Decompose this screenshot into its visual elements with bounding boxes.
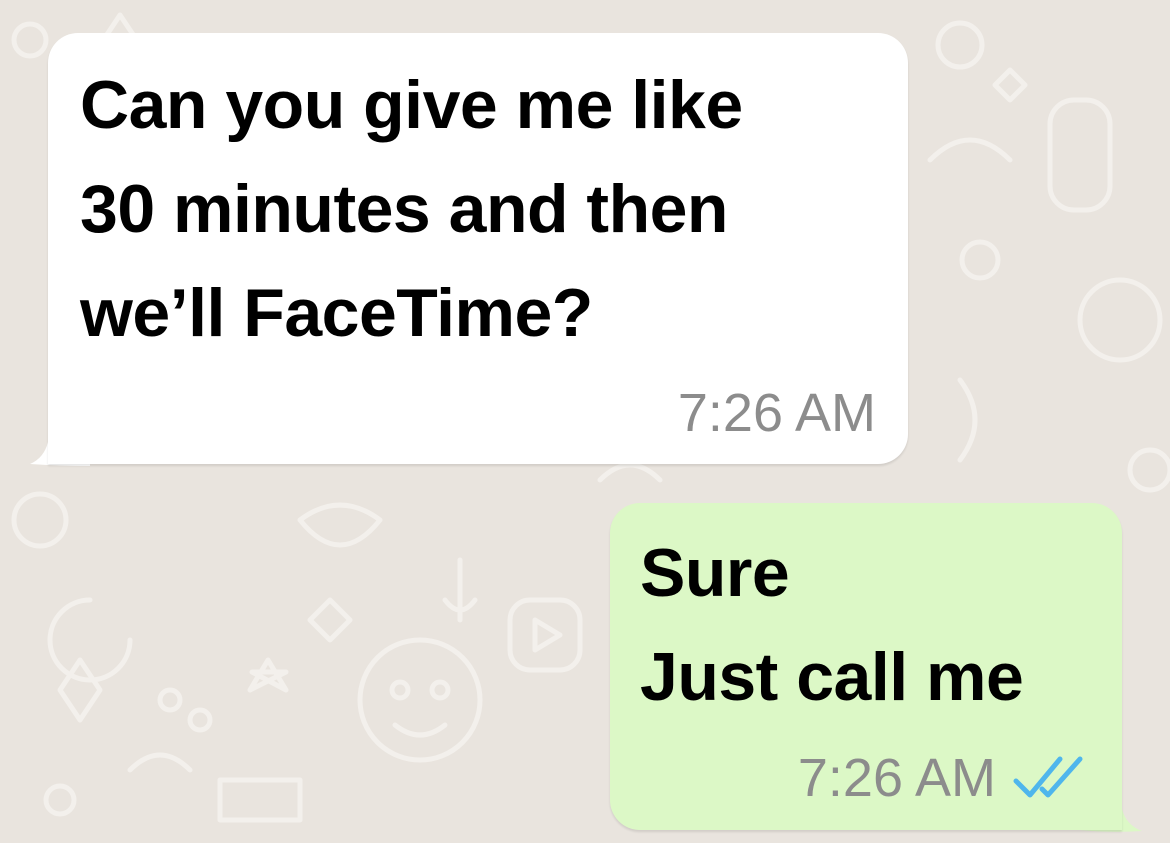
message-meta: 7:26 AM <box>798 748 1092 808</box>
message-line: Can you give me like <box>80 67 743 143</box>
message-text: Sure Just call me <box>640 521 1024 729</box>
outgoing-message-bubble[interactable]: Sure Just call me 7:26 AM <box>610 503 1122 830</box>
message-line: we’ll FaceTime? <box>80 275 593 351</box>
message-line: 30 minutes and then <box>80 171 728 247</box>
message-meta: 7:26 AM <box>678 383 876 443</box>
message-line: Sure <box>640 535 790 611</box>
incoming-message-bubble[interactable]: Can you give me like 30 minutes and then… <box>48 33 908 464</box>
double-check-icon <box>1013 756 1083 798</box>
message-line: Just call me <box>640 639 1024 715</box>
message-text: Can you give me like 30 minutes and then… <box>80 53 743 365</box>
message-timestamp: 7:26 AM <box>677 383 876 443</box>
message-timestamp: 7:26 AM <box>797 748 996 808</box>
